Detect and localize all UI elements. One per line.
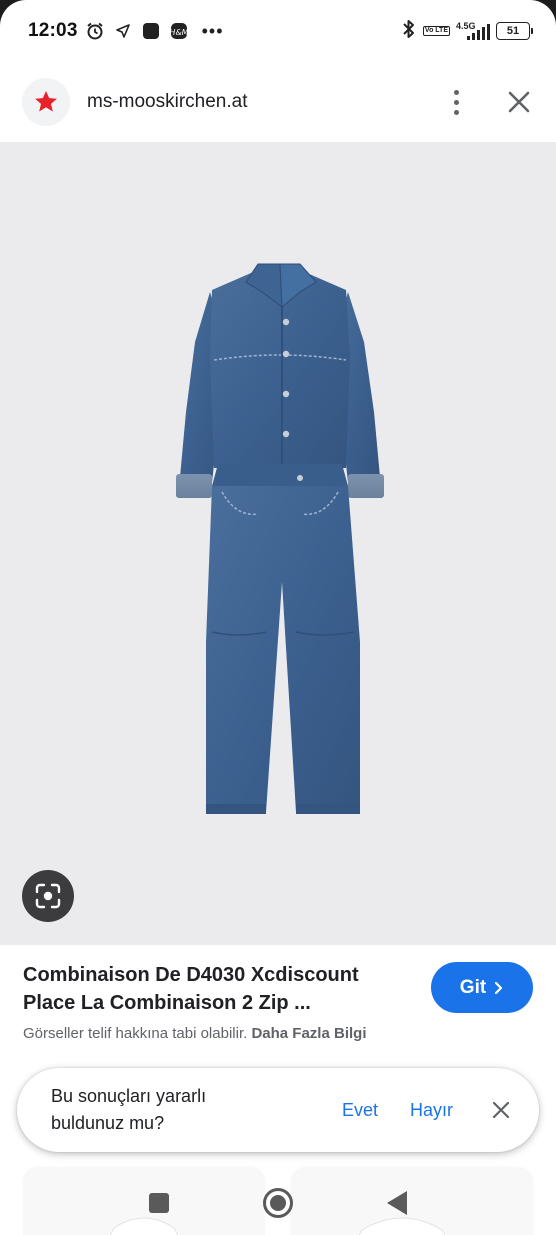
- system-nav-bar: [0, 1170, 556, 1235]
- status-bar: 12:03 H&M ••• Vo LTE 4.5G 51: [0, 0, 556, 62]
- signal-icon: 4.5G: [456, 21, 490, 41]
- close-icon[interactable]: [489, 1098, 513, 1122]
- more-options-icon[interactable]: [444, 87, 468, 117]
- back-icon[interactable]: [387, 1190, 407, 1215]
- product-image-denim-jumpsuit: [176, 263, 384, 814]
- result-title-line1: Combinaison De D4030 Xcdiscount: [23, 964, 359, 986]
- site-favicon[interactable]: [22, 78, 70, 126]
- volte-icon: Vo LTE: [422, 26, 450, 36]
- home-icon[interactable]: [263, 1187, 293, 1218]
- feedback-no-button[interactable]: Hayır: [410, 1100, 453, 1121]
- close-icon[interactable]: [504, 87, 534, 117]
- bluetooth-icon: [401, 19, 417, 44]
- alarm-icon: [86, 22, 104, 40]
- more-notifications-icon: •••: [201, 20, 224, 41]
- visit-button[interactable]: Git: [431, 962, 533, 1013]
- result-title[interactable]: Combinaison De D4030 Xcdiscount Place La…: [23, 961, 418, 1017]
- app-notification-icon: [142, 22, 160, 40]
- hm-app-icon: H&M: [170, 22, 188, 40]
- red-star-icon: [35, 90, 57, 112]
- chevron-right-icon: [495, 981, 503, 994]
- result-title-line2: Place La Combinaison 2 Zip ...: [23, 992, 311, 1014]
- visit-button-label: Git: [459, 976, 487, 998]
- feedback-card: Bu sonuçları yararlı buldunuz mu? Evet H…: [17, 1068, 539, 1152]
- more-info-link[interactable]: Daha Fazla Bilgi: [251, 1025, 366, 1042]
- feedback-question: Bu sonuçları yararlı buldunuz mu?: [51, 1086, 207, 1133]
- feedback-yes-button[interactable]: Evet: [342, 1100, 378, 1121]
- site-name[interactable]: ms-mooskirchen.at: [87, 91, 248, 113]
- copyright-text: Görseller telif hakkına tabi olabilir.: [23, 1025, 248, 1042]
- lens-icon: [35, 883, 61, 909]
- recents-icon[interactable]: [149, 1192, 169, 1213]
- location-icon: [114, 22, 132, 40]
- screen: 12:03 H&M ••• Vo LTE 4.5G 51 ms-mooskirc…: [0, 0, 556, 1235]
- copyright-notice: Görseller telif hakkına tabi olabilir. D…: [23, 1025, 366, 1042]
- image-viewer[interactable]: [0, 142, 556, 945]
- status-time: 12:03: [28, 20, 78, 41]
- result-info: Combinaison De D4030 Xcdiscount Place La…: [0, 945, 556, 1065]
- battery-icon: 51: [496, 22, 533, 40]
- google-lens-button[interactable]: [22, 870, 74, 922]
- svg-text:H&M: H&M: [170, 28, 188, 37]
- site-header: ms-mooskirchen.at: [0, 62, 556, 142]
